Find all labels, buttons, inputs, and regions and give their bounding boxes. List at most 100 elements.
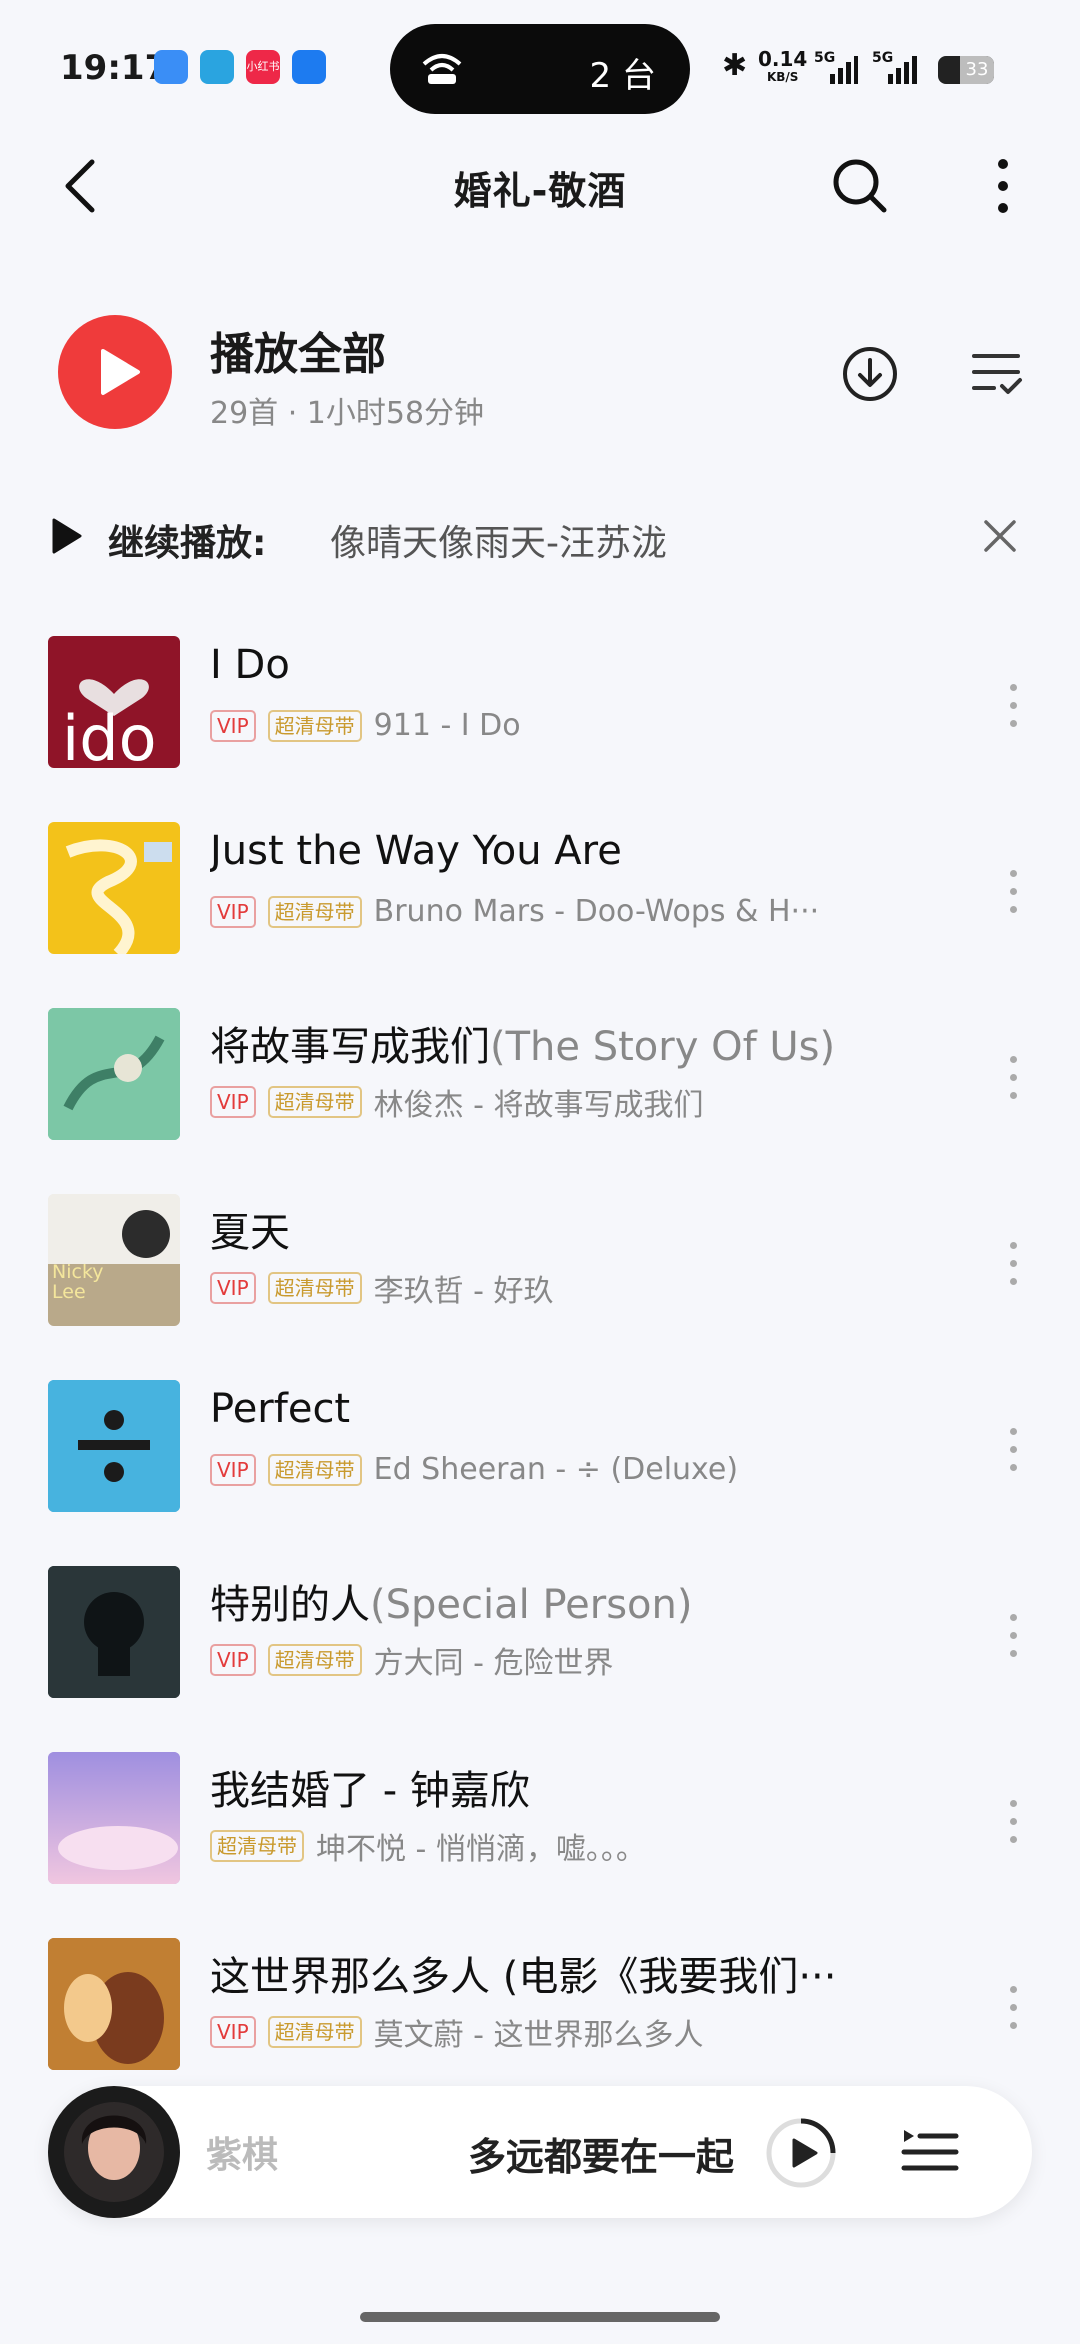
cast-icon bbox=[422, 54, 462, 84]
network-speed: 0.14 KB/S bbox=[758, 49, 807, 86]
song-meta: VIP 超清母带 Ed Sheeran - ÷ (Deluxe) bbox=[210, 1452, 738, 1487]
song-meta: VIP 超清母带 方大同 - 危险世界 bbox=[210, 1638, 614, 1682]
song-title: I Do bbox=[210, 642, 290, 688]
album-art bbox=[48, 1566, 180, 1698]
song-row[interactable]: 特别的人(Special Person) VIP 超清母带 方大同 - 危险世界 bbox=[0, 1558, 1080, 1744]
status-time: 19:17 bbox=[60, 48, 169, 88]
battery-icon: 33 bbox=[938, 56, 994, 84]
album-cover bbox=[48, 1566, 180, 1698]
vip-badge: VIP bbox=[210, 709, 256, 742]
play-all-label[interactable]: 播放全部 bbox=[210, 318, 386, 382]
album-art bbox=[48, 1938, 180, 2070]
play-all-button[interactable] bbox=[58, 315, 172, 429]
song-row[interactable]: 将故事写成我们(The Story Of Us) VIP 超清母带 林俊杰 - … bbox=[0, 1000, 1080, 1186]
quality-badge: 超清母带 bbox=[267, 1453, 362, 1486]
app-notification-icon bbox=[154, 50, 188, 84]
quality-badge: 超清母带 bbox=[267, 895, 362, 928]
artist-album: 坤不悦 - 悄悄滴，嘘。。。 bbox=[316, 1832, 646, 1867]
device-count: 2 台 bbox=[589, 56, 656, 96]
album-cover bbox=[48, 1008, 180, 1140]
play-small-icon[interactable] bbox=[50, 516, 84, 556]
song-more-icon[interactable] bbox=[1000, 1428, 1026, 1488]
song-title: Just the Way You Are bbox=[210, 828, 622, 874]
now-playing-art bbox=[64, 2102, 164, 2202]
multi-select-icon[interactable] bbox=[970, 348, 1024, 398]
song-row[interactable]: Perfect VIP 超清母带 Ed Sheeran - ÷ (Deluxe) bbox=[0, 1372, 1080, 1558]
quality-badge: 超清母带 bbox=[267, 1644, 362, 1676]
song-row[interactable]: ido I Do VIP 超清母带 911 - I Do bbox=[0, 628, 1080, 814]
red-note-icon: 小红书 bbox=[246, 50, 280, 84]
app-notification-icon-2 bbox=[292, 50, 326, 84]
album-cover bbox=[48, 822, 180, 954]
artist-album: 方大同 - 危险世界 bbox=[373, 1646, 614, 1681]
song-meta: VIP 超清母带 911 - I Do bbox=[210, 708, 521, 743]
quality-badge: 超清母带 bbox=[210, 1830, 304, 1862]
vip-badge: VIP bbox=[210, 895, 256, 928]
signal-icon bbox=[830, 56, 858, 84]
song-title-text: 夏天 bbox=[210, 1210, 290, 1256]
song-title-subtitle: (Special Person) bbox=[370, 1582, 693, 1628]
download-icon[interactable] bbox=[840, 344, 900, 404]
svg-text:ido: ido bbox=[62, 702, 157, 768]
song-meta: 超清母带 坤不悦 - 悄悄滴，嘘。。。 bbox=[210, 1824, 646, 1868]
playlist-icon[interactable] bbox=[900, 2124, 960, 2180]
album-cover-text: Nicky Lee bbox=[52, 1261, 104, 1303]
album-cover: Nicky Lee bbox=[48, 1194, 180, 1326]
more-vertical-icon[interactable] bbox=[988, 154, 1018, 218]
play-pause-button[interactable] bbox=[764, 2116, 838, 2190]
artist-album: 莫文蔚 - 这世界那么多人 bbox=[373, 2018, 704, 2053]
song-title: 特别的人(Special Person) bbox=[210, 1572, 692, 1630]
now-playing-title: 多远都要在一起 bbox=[468, 2135, 735, 2179]
artist-album: 911 - I Do bbox=[373, 708, 521, 743]
home-indicator[interactable] bbox=[360, 2312, 720, 2322]
album-art bbox=[48, 1194, 180, 1326]
quality-badge: 超清母带 bbox=[267, 1086, 362, 1118]
quality-badge: 超清母带 bbox=[267, 1272, 362, 1304]
album-art bbox=[48, 1752, 180, 1884]
song-title: Perfect bbox=[210, 1386, 350, 1432]
artist-album: 林俊杰 - 将故事写成我们 bbox=[373, 1088, 704, 1123]
chevron-left-icon[interactable] bbox=[56, 156, 106, 216]
song-title: 我结婚了 - 钟嘉欣 bbox=[210, 1758, 530, 1816]
album-cover bbox=[48, 1938, 180, 2070]
song-title-subtitle: (The Story Of Us) bbox=[490, 1024, 836, 1070]
song-more-icon[interactable] bbox=[1000, 1986, 1026, 2046]
play-icon bbox=[101, 349, 140, 395]
album-art: ido bbox=[62, 679, 157, 768]
song-meta: VIP 超清母带 林俊杰 - 将故事写成我们 bbox=[210, 1080, 704, 1124]
song-more-icon[interactable] bbox=[1000, 1614, 1026, 1674]
song-meta: VIP 超清母带 李玖哲 - 好玖 bbox=[210, 1266, 554, 1310]
song-title-text: Just the Way You Are bbox=[210, 828, 622, 874]
song-row[interactable]: 我结婚了 - 钟嘉欣 超清母带 坤不悦 - 悄悄滴，嘘。。。 bbox=[0, 1744, 1080, 1930]
album-art bbox=[65, 839, 172, 954]
song-title-text: I Do bbox=[210, 642, 290, 688]
continue-label[interactable]: 继续播放: bbox=[108, 514, 266, 566]
song-row[interactable]: Nicky Lee 夏天 VIP 超清母带 李玖哲 - 好玖 bbox=[0, 1186, 1080, 1372]
song-more-icon[interactable] bbox=[1000, 870, 1026, 930]
page-title: 婚礼-敬酒 bbox=[453, 169, 627, 213]
now-playing-cover[interactable] bbox=[48, 2086, 180, 2218]
search-icon[interactable] bbox=[828, 154, 892, 218]
telegram-icon bbox=[200, 50, 234, 84]
song-title-text: 我结婚了 - 钟嘉欣 bbox=[210, 1768, 530, 1814]
album-cover bbox=[48, 1380, 180, 1512]
song-title-text: 将故事写成我们 bbox=[210, 1024, 490, 1070]
song-title-text: Perfect bbox=[210, 1386, 351, 1432]
album-cover bbox=[48, 1752, 180, 1884]
song-more-icon[interactable] bbox=[1000, 1056, 1026, 1116]
quality-badge: 超清母带 bbox=[267, 709, 362, 742]
continue-song[interactable]: 像晴天像雨天-汪苏泷 bbox=[330, 514, 667, 566]
artist-album: Bruno Mars - Doo-Wops & H··· bbox=[373, 894, 820, 929]
close-icon[interactable] bbox=[982, 518, 1018, 554]
song-row[interactable]: Just the Way You Are VIP 超清母带 Bruno Mars… bbox=[0, 814, 1080, 1000]
playlist-info: 29首 · 1小时58分钟 bbox=[210, 396, 485, 431]
quality-badge: 超清母带 bbox=[267, 2016, 362, 2048]
vip-badge: VIP bbox=[210, 1453, 256, 1486]
song-more-icon[interactable] bbox=[1000, 684, 1026, 744]
mini-player[interactable]: 紫棋 多远都要在一起 bbox=[48, 2086, 1032, 2218]
song-more-icon[interactable] bbox=[1000, 1800, 1026, 1860]
signal-icon-2 bbox=[888, 56, 917, 84]
song-more-icon[interactable] bbox=[1000, 1242, 1026, 1302]
album-art bbox=[48, 1008, 180, 1140]
dynamic-island[interactable]: 2 台 bbox=[390, 24, 690, 114]
